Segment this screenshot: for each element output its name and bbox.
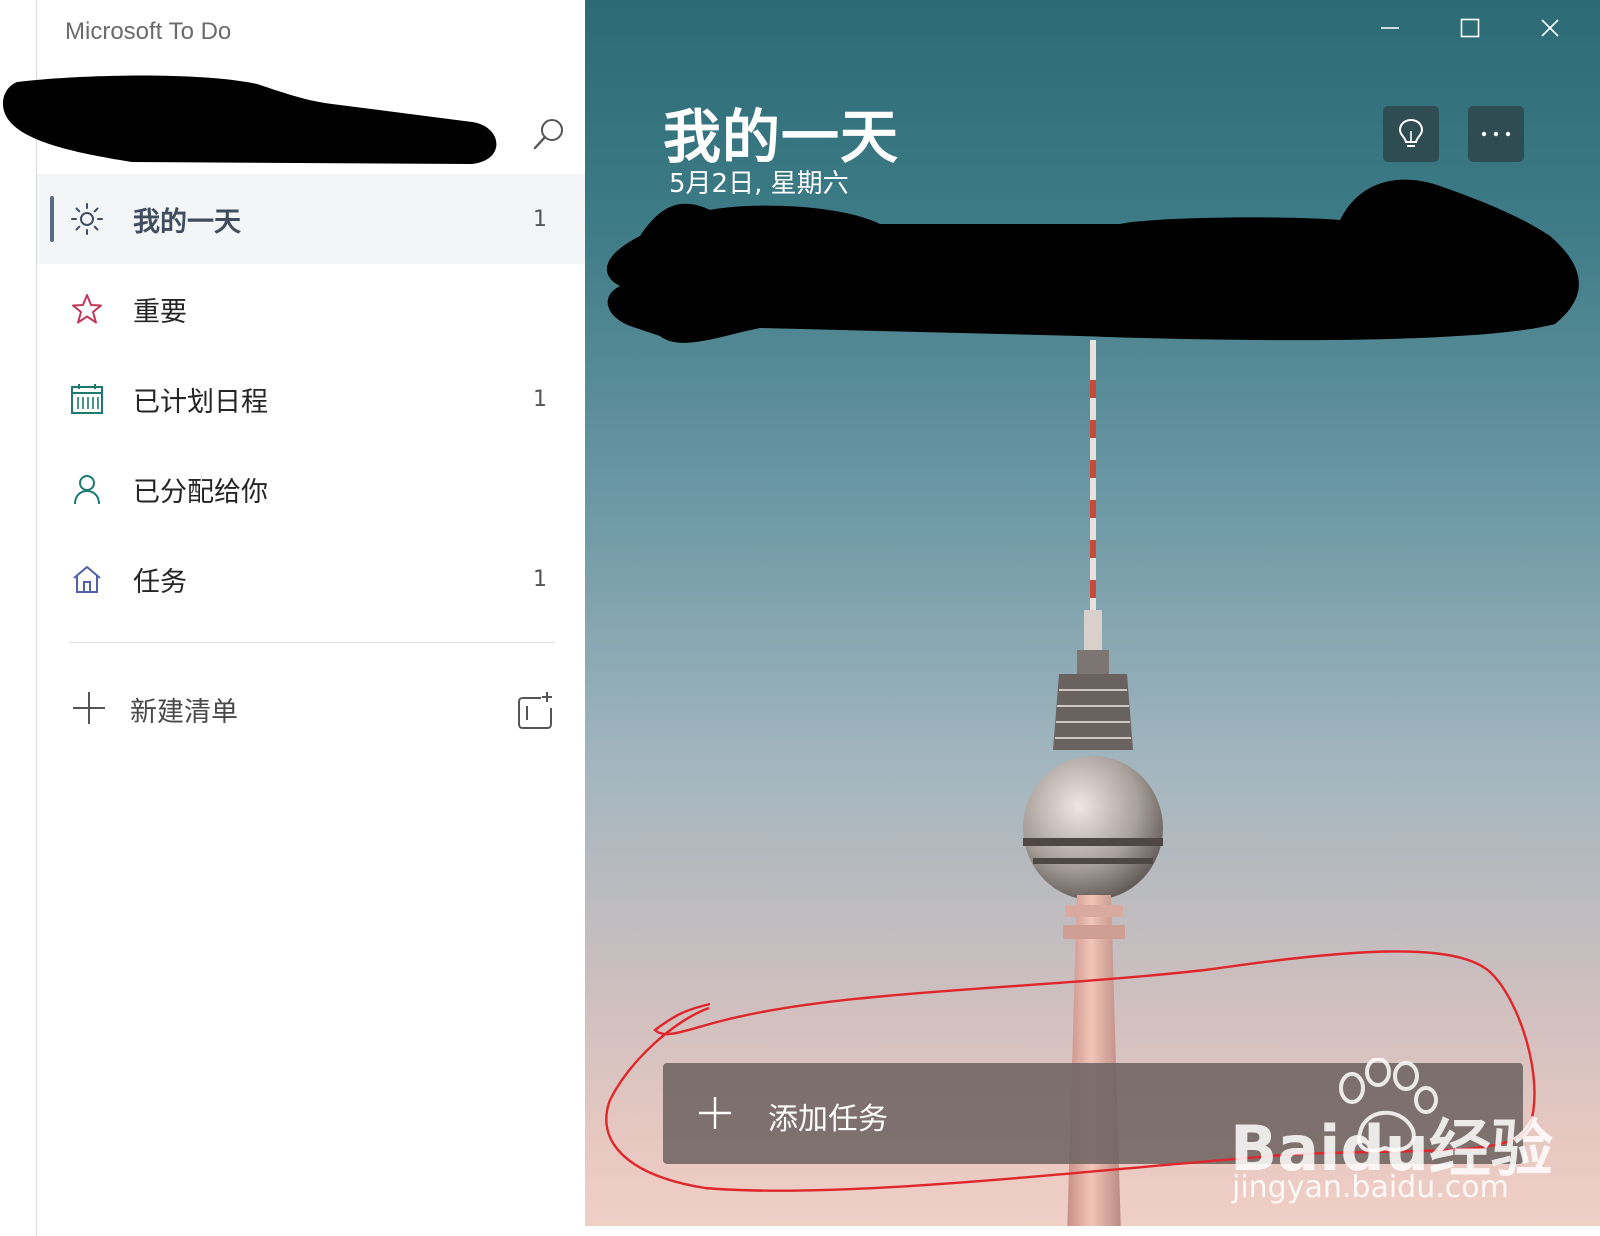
sidebar-item-planned[interactable]: 已计划日程 1 — [37, 354, 585, 444]
new-group-icon — [518, 692, 552, 729]
lightbulb-icon — [1398, 118, 1424, 147]
app-title: Microsoft To Do — [65, 18, 232, 45]
calendar-icon — [69, 381, 105, 417]
main-pane: 我的一天 5月2日, 星期六 添加任务 Baidu经验 jingyan.baid… — [585, 0, 1600, 1236]
more-icon — [1481, 131, 1511, 137]
new-list-button[interactable]: 新建清单 — [37, 668, 585, 748]
plus-icon — [699, 1097, 731, 1129]
new-list-label: 新建清单 — [130, 697, 238, 728]
redacted-profile — [2, 75, 497, 164]
sidebar-item-label: 已分配给你 — [133, 476, 268, 508]
redacted-content — [606, 179, 1579, 343]
plus-icon — [73, 692, 105, 724]
maximize-button[interactable] — [1437, 6, 1503, 50]
star-icon — [69, 291, 105, 327]
sidebar-item-count: 1 — [533, 386, 547, 412]
app-window: Microsoft To Do 我的一天 1 重要 已计划日程 1 已分配给你 … — [0, 0, 1600, 1236]
sidebar-item-count: 1 — [533, 206, 547, 232]
sidebar-divider — [69, 642, 555, 643]
active-indicator — [50, 196, 54, 242]
sidebar-item-label: 已计划日程 — [133, 386, 268, 418]
new-group-button[interactable] — [515, 690, 555, 730]
add-task-input[interactable]: 添加任务 — [663, 1063, 1523, 1164]
minimize-icon — [1381, 27, 1399, 29]
desktop-gutter — [0, 0, 37, 1236]
person-icon — [69, 471, 105, 507]
maximize-icon — [1460, 18, 1480, 38]
sun-icon — [69, 201, 105, 237]
sidebar-item-assigned[interactable]: 已分配给你 — [37, 444, 585, 534]
close-icon — [1541, 19, 1559, 37]
window-bottom-edge — [37, 1226, 1600, 1236]
sidebar-item-tasks[interactable]: 任务 1 — [37, 534, 585, 624]
sidebar-item-my-day[interactable]: 我的一天 1 — [37, 174, 585, 264]
search-icon — [533, 119, 563, 150]
search-button[interactable] — [523, 108, 575, 160]
minimize-button[interactable] — [1357, 6, 1423, 50]
sidebar-item-count: 1 — [533, 566, 547, 592]
page-title: 我的一天 — [663, 103, 900, 171]
sidebar-item-label: 任务 — [133, 566, 187, 598]
more-options-button[interactable] — [1468, 106, 1524, 162]
sidebar-item-label: 重要 — [133, 296, 187, 328]
sidebar: Microsoft To Do 我的一天 1 重要 已计划日程 1 已分配给你 … — [2, 0, 585, 1236]
sidebar-nav: 我的一天 1 重要 已计划日程 1 已分配给你 任务 1 — [37, 174, 585, 624]
close-button[interactable] — [1517, 6, 1583, 50]
sidebar-item-important[interactable]: 重要 — [37, 264, 585, 354]
home-icon — [69, 561, 105, 597]
suggestions-button[interactable] — [1383, 106, 1439, 162]
add-task-label: 添加任务 — [768, 1102, 888, 1137]
sidebar-item-label: 我的一天 — [133, 206, 241, 238]
